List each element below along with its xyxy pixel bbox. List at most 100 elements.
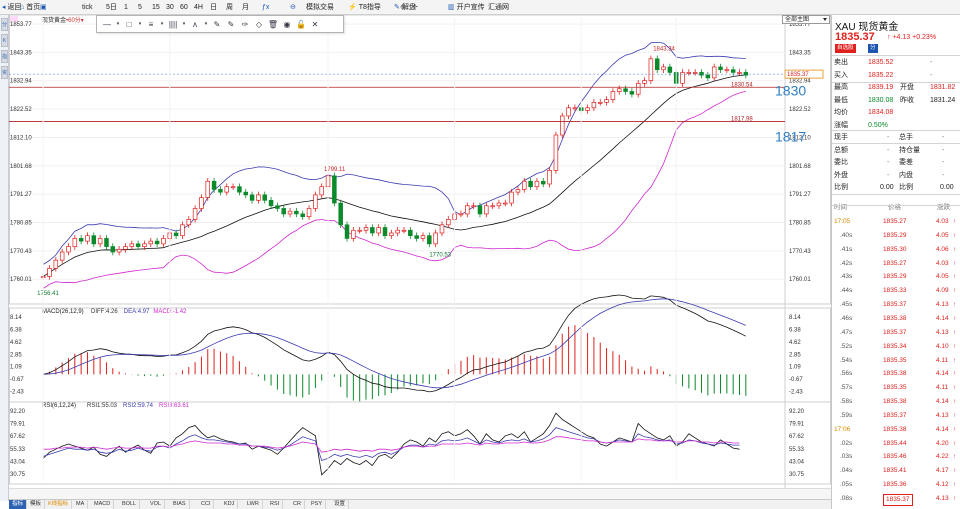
macd-pane — [9, 307, 831, 403]
tick-change: 4.17 — [936, 467, 949, 475]
draw-tool-2[interactable]: □ — [123, 19, 135, 30]
indicator-tab-8[interactable]: CCI — [198, 500, 215, 509]
indicator-tab-14[interactable]: 设置 — [331, 500, 350, 509]
indicator-tab-0[interactable]: 指标 — [9, 500, 28, 509]
toolbar-item-1[interactable]: ⌂ 首页 — [20, 0, 40, 15]
horizontal-scrollbar[interactable] — [9, 488, 831, 499]
candle-body — [281, 208, 286, 215]
chart-area[interactable]: 1853.771853.771843.351843.351832.941832.… — [9, 15, 831, 488]
toolbar-item-14[interactable]: 月 — [242, 0, 249, 15]
draw-tool-8[interactable]: ʌ — [189, 19, 201, 30]
rsi-tick-left: 92.20 — [10, 409, 26, 415]
up-arrow-icon: ↑ — [953, 385, 956, 392]
toolbar-item-20[interactable]: ▥ 开户宣传 — [448, 0, 485, 15]
tick-time: .40s — [840, 231, 853, 239]
toolbar-item-12[interactable]: 日 — [210, 0, 217, 15]
indicator-tab-5[interactable]: BOLL — [119, 500, 141, 509]
indicator-tab-4[interactable]: MACD — [91, 500, 115, 509]
candle-body — [477, 205, 483, 215]
tick-row: .44s 1835.33 4.09 ↑ — [832, 284, 960, 298]
price-tick: 1760.01 — [789, 277, 811, 283]
toolbar-item-6[interactable]: 1 — [124, 0, 128, 15]
toolbar-item-21[interactable]: 汇通网 — [488, 0, 509, 15]
toolbar-item-16[interactable]: ⊖ — [290, 0, 298, 15]
divider — [832, 194, 960, 195]
candle-body — [597, 102, 603, 104]
toolbar-item-17[interactable]: 模拟交易 — [306, 0, 334, 15]
candle-body — [553, 134, 559, 171]
indicator-tab-13[interactable]: PSY — [308, 500, 327, 509]
indicator-tab-9[interactable]: KDJ — [221, 500, 239, 509]
indicator-tab-10[interactable]: LWR — [244, 500, 263, 509]
indicator-tab-6[interactable]: VOL — [147, 500, 166, 509]
tick-row: .04s 1835.41 4.17 ↑ — [832, 464, 960, 478]
candle-body — [395, 229, 400, 234]
add-watchlist-button[interactable]: 自选股 — [835, 44, 856, 53]
indicator-tab-bar: 指标 模板 K线指标 MA MACD BOLL VOL BIAS CCI KDJ LWR RSI CR P… — [9, 499, 831, 509]
candle-body — [110, 246, 116, 253]
draw-tool-17[interactable]: ✕ — [309, 19, 321, 30]
quote-row: 比例 0.00 比例 0.00 — [832, 181, 960, 194]
indicator-tab-3[interactable]: MA — [73, 500, 89, 509]
indicator-tab-12[interactable]: CR — [290, 500, 305, 509]
indicator-tab-11[interactable]: RSI — [267, 500, 284, 509]
toolbar-label: 30 — [166, 4, 174, 11]
candle-body — [376, 227, 381, 234]
drawing-toolbar: — ▾ □ ▾ ≡ ▾ |||| ▾ ʌ ▾ ✎ ✎ ✑ ◇ 🗑 ◉ 🔓 ✕ — [96, 15, 344, 33]
draw-tool-7[interactable]: ▾ — [181, 19, 187, 30]
draw-tool-0[interactable]: — — [101, 19, 113, 30]
draw-tool-14[interactable]: 🗑 — [267, 19, 279, 30]
draw-tool-9[interactable]: ▾ — [203, 19, 209, 30]
rsi-title: RSI(6,12,24) — [42, 403, 76, 409]
draw-tool-16[interactable]: 🔓 — [295, 19, 307, 30]
toolbar-label: 开户宣传 — [456, 4, 485, 11]
tick-price: 1835.37 — [883, 301, 907, 309]
indicator-tab-7[interactable]: BIAS — [170, 500, 190, 509]
quote-key-2: 昨收 — [900, 96, 914, 104]
candle-body — [123, 246, 128, 250]
draw-tool-13[interactable]: ◇ — [253, 19, 265, 30]
draw-tool-11[interactable]: ✎ — [225, 19, 237, 30]
left-tab-0[interactable]: 分时 — [1, 18, 8, 31]
indicator-tab-2[interactable]: K线指标 — [45, 500, 73, 509]
left-tab-3[interactable]: 资讯 — [1, 66, 8, 79]
toolbar-item-10[interactable]: 60 — [180, 0, 188, 15]
toolbar-item-13[interactable]: 周 — [226, 0, 233, 15]
toolbar-item-8[interactable]: 15 — [152, 0, 160, 15]
draw-tool-1[interactable]: ▾ — [115, 19, 121, 30]
candle-body — [433, 232, 438, 245]
toolbar-item-2[interactable]: ▣ — [40, 0, 49, 15]
candle-body — [192, 208, 198, 220]
draw-tool-12[interactable]: ✑ — [239, 19, 251, 30]
price-tick-left: 1770.43 — [10, 249, 32, 255]
draw-tool-3[interactable]: ▾ — [137, 19, 143, 30]
share-button[interactable]: 分 — [868, 44, 878, 53]
main-chart-select[interactable]: 全部主图 — [782, 15, 830, 24]
left-tab-2[interactable]: 指标 — [1, 50, 8, 63]
toolbar-item-15[interactable]: ƒx — [262, 0, 271, 15]
indicator-tab-1[interactable]: 模板 — [27, 500, 46, 509]
draw-tool-4[interactable]: ≡ — [145, 19, 157, 30]
toolbar-label: T8指导 — [358, 4, 381, 11]
left-tab-1[interactable]: K线 — [1, 34, 8, 47]
candle-body — [230, 186, 236, 189]
toolbar-item-4[interactable]: tick — [82, 0, 93, 15]
draw-tool-15[interactable]: ◉ — [281, 19, 293, 30]
toolbar-item-9[interactable]: 30 — [166, 0, 174, 15]
toolbar-item-18[interactable]: ⚡ T8指导 — [348, 0, 381, 15]
rsi-tick-left: 30.75 — [10, 472, 26, 478]
toolbar-item-5[interactable]: 5日 — [106, 0, 117, 15]
draw-tool-5[interactable]: ▾ — [159, 19, 165, 30]
support-line-label: 1817 — [775, 128, 806, 144]
draw-tool-6[interactable]: |||| — [167, 19, 179, 30]
zoom-icon[interactable]: ⊕ — [400, 0, 406, 15]
toolbar-item-7[interactable]: 5 — [138, 0, 142, 15]
toolbar-item-11[interactable]: 4H — [194, 0, 203, 15]
rsi-tick-left: 43.04 — [10, 459, 26, 465]
toolbar-item-0[interactable]: ◂ 返回 — [2, 0, 22, 15]
quote-key: 买入 — [834, 71, 848, 79]
crosshair-icon[interactable]: ✛ — [412, 0, 418, 15]
tick-row: 17:05 1835.27 4.03 ↑ — [832, 215, 960, 229]
draw-tool-10[interactable]: ✎ — [211, 19, 223, 30]
tick-row: .47s 1835.37 4.13 ↑ — [832, 326, 960, 340]
